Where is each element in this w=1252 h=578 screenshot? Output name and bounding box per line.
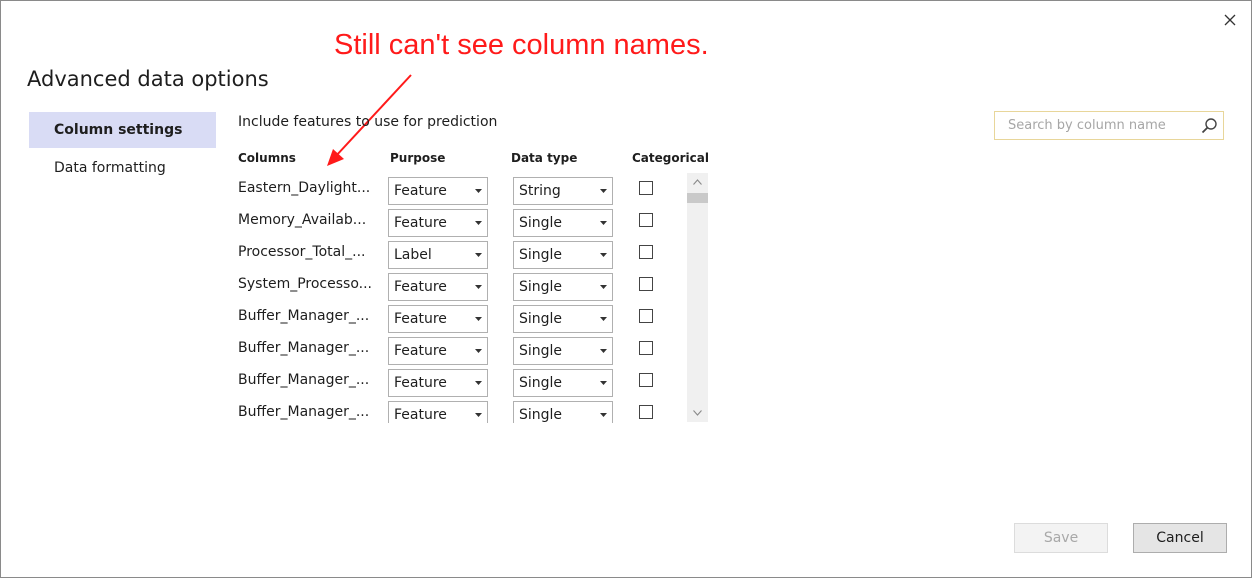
purpose-dropdown[interactable]: Feature <box>388 401 488 423</box>
data-type-value: Single <box>519 343 563 359</box>
column-header-columns: Columns <box>238 151 296 165</box>
nav-item-label: Data formatting <box>54 160 166 176</box>
column-name: Buffer_Manager_... <box>238 308 370 324</box>
categorical-checkbox[interactable] <box>639 213 653 227</box>
chevron-down-icon <box>600 413 607 417</box>
categorical-checkbox[interactable] <box>639 277 653 291</box>
column-name: Processor_Total_... <box>238 244 366 260</box>
table-row: Buffer_Manager_... Feature Single <box>231 396 691 423</box>
purpose-dropdown[interactable]: Feature <box>388 177 488 205</box>
cancel-button[interactable]: Cancel <box>1133 523 1227 553</box>
chevron-down-icon <box>475 189 482 193</box>
table-row: System_Processo... Feature Single <box>231 268 691 301</box>
save-button[interactable]: Save <box>1014 523 1108 553</box>
purpose-dropdown[interactable]: Feature <box>388 209 488 237</box>
scroll-down-icon <box>693 410 702 416</box>
data-type-value: Single <box>519 407 563 423</box>
chevron-down-icon <box>600 381 607 385</box>
scroll-up-icon <box>693 179 702 185</box>
column-header-data-type: Data type <box>511 151 578 165</box>
chevron-down-icon <box>475 221 482 225</box>
chevron-down-icon <box>600 221 607 225</box>
chevron-down-icon <box>600 253 607 257</box>
column-name: Buffer_Manager_... <box>238 404 370 420</box>
data-type-dropdown[interactable]: Single <box>513 401 613 423</box>
chevron-down-icon <box>475 413 482 417</box>
nav-item-column-settings[interactable]: Column settings <box>29 112 216 148</box>
chevron-down-icon <box>600 317 607 321</box>
chevron-down-icon <box>600 189 607 193</box>
purpose-dropdown[interactable]: Feature <box>388 273 488 301</box>
column-name: Eastern_Daylight... <box>238 180 371 196</box>
categorical-checkbox[interactable] <box>639 245 653 259</box>
purpose-value: Feature <box>394 407 447 423</box>
categorical-checkbox[interactable] <box>639 181 653 195</box>
search-icon[interactable] <box>1201 117 1218 134</box>
column-settings-table: Eastern_Daylight... Feature String Memory_A… <box>231 172 709 423</box>
chevron-down-icon <box>600 349 607 353</box>
table-row: Eastern_Daylight... Feature String <box>231 172 691 205</box>
scroll-down-button[interactable] <box>687 404 708 422</box>
data-type-value: Single <box>519 311 563 327</box>
section-subtitle: Include features to use for prediction <box>238 114 498 130</box>
dialog-title: Advanced data options <box>27 67 269 91</box>
table-row: Memory_Availab... Feature Single <box>231 204 691 237</box>
chevron-down-icon <box>475 349 482 353</box>
table-row: Buffer_Manager_... Feature Single <box>231 364 691 397</box>
nav-item-data-formatting[interactable]: Data formatting <box>29 150 216 186</box>
purpose-value: Feature <box>394 279 447 295</box>
data-type-value: Single <box>519 215 563 231</box>
data-type-dropdown[interactable]: Single <box>513 241 613 269</box>
table-row: Buffer_Manager_... Feature Single <box>231 300 691 333</box>
data-type-dropdown[interactable]: Single <box>513 209 613 237</box>
categorical-checkbox[interactable] <box>639 341 653 355</box>
purpose-value: Feature <box>394 311 447 327</box>
scroll-up-button[interactable] <box>687 173 708 191</box>
column-header-categorical: Categorical <box>632 151 709 165</box>
column-name: Buffer_Manager_... <box>238 372 370 388</box>
column-name: Memory_Availab... <box>238 212 367 228</box>
data-type-value: Single <box>519 279 563 295</box>
scrollbar-thumb[interactable] <box>687 193 708 203</box>
column-header-purpose: Purpose <box>390 151 446 165</box>
chevron-down-icon <box>475 253 482 257</box>
table-scrollbar[interactable] <box>687 173 708 422</box>
table-row: Processor_Total_... Label Single <box>231 236 691 269</box>
data-type-dropdown[interactable]: Single <box>513 273 613 301</box>
data-type-dropdown[interactable]: String <box>513 177 613 205</box>
chevron-down-icon <box>475 381 482 385</box>
column-name: System_Processo... <box>238 276 372 292</box>
purpose-dropdown[interactable]: Label <box>388 241 488 269</box>
purpose-dropdown[interactable]: Feature <box>388 337 488 365</box>
data-type-dropdown[interactable]: Single <box>513 337 613 365</box>
categorical-checkbox[interactable] <box>639 309 653 323</box>
purpose-dropdown[interactable]: Feature <box>388 369 488 397</box>
chevron-down-icon <box>475 317 482 321</box>
purpose-value: Feature <box>394 343 447 359</box>
categorical-checkbox[interactable] <box>639 405 653 419</box>
search-box[interactable] <box>994 111 1224 140</box>
purpose-dropdown[interactable]: Feature <box>388 305 488 333</box>
data-type-dropdown[interactable]: Single <box>513 369 613 397</box>
data-type-value: Single <box>519 247 563 263</box>
data-type-value: Single <box>519 375 563 391</box>
table-row: Buffer_Manager_... Feature Single <box>231 332 691 365</box>
chevron-down-icon <box>600 285 607 289</box>
column-name: Buffer_Manager_... <box>238 340 370 356</box>
purpose-value: Feature <box>394 215 447 231</box>
purpose-value: Feature <box>394 375 447 391</box>
purpose-value: Label <box>394 247 432 263</box>
nav-item-label: Column settings <box>54 122 183 138</box>
advanced-data-options-dialog: Still can't see column names. Advanced d… <box>0 0 1252 578</box>
purpose-value: Feature <box>394 183 447 199</box>
close-icon <box>1224 14 1236 26</box>
search-input[interactable] <box>1006 117 1195 134</box>
categorical-checkbox[interactable] <box>639 373 653 387</box>
data-type-value: String <box>519 183 561 199</box>
annotation-text: Still can't see column names. <box>334 29 709 61</box>
close-button[interactable] <box>1217 7 1243 33</box>
chevron-down-icon <box>475 285 482 289</box>
data-type-dropdown[interactable]: Single <box>513 305 613 333</box>
